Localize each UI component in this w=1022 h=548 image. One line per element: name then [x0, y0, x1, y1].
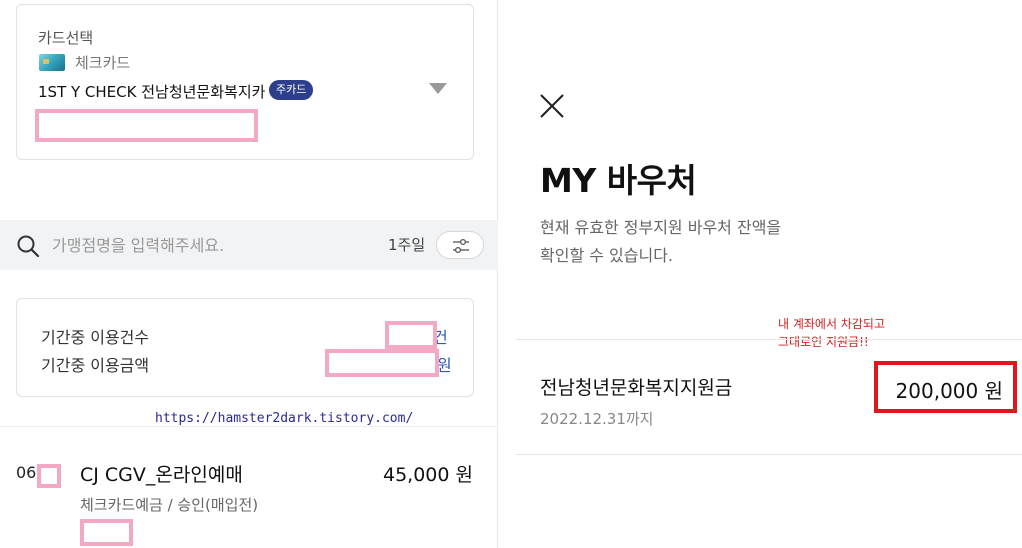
redacted-transaction-info [80, 519, 133, 546]
voucher-name: 전남청년문화복지지원금 [540, 377, 733, 399]
annotation-line1: 내 계좌에서 차감되고 [778, 317, 885, 331]
page-description-line2: 확인할 수 있습니다. [540, 246, 674, 265]
usage-count-label: 기간중 이용건수 [41, 328, 150, 347]
period-summary: 기간중 이용건수 건 기간중 이용금액 원 [16, 298, 474, 397]
transaction-amount: 45,000 원 [382, 464, 473, 486]
divider [516, 339, 1022, 340]
main-card-badge: 주카드 [269, 80, 314, 100]
divider [516, 454, 1022, 455]
filter-button[interactable] [436, 231, 484, 259]
card-type: 체크카드 [75, 54, 131, 72]
blog-watermark: https://hamster2dark.tistory.com/ [155, 411, 414, 426]
redacted-usage-amount [325, 349, 439, 377]
card-thumbnail [39, 54, 65, 71]
page-title: MY 바우처 [540, 161, 697, 200]
redacted-card-number [35, 109, 258, 142]
card-name: 1ST Y CHECK 전남청년문화복지카 [38, 83, 266, 101]
app-root: 카드선택 체크카드 1ST Y CHECK 전남청년문화복지카 주카드 1주일 [0, 0, 1022, 548]
divider [0, 426, 498, 427]
voucher-amount: 200,000 원 [895, 379, 1003, 403]
page-description-line1: 현재 유효한 정부지원 바우처 잔액을 [540, 218, 782, 237]
filter-icon [453, 238, 469, 254]
chevron-down-icon[interactable] [429, 83, 447, 94]
redacted-usage-count [385, 321, 437, 349]
merchant-search-input[interactable] [52, 231, 352, 259]
transaction-detail: 체크카드예금 / 승인(매입전) [80, 496, 259, 514]
transaction-merchant: CJ CGV_온라인예매 [80, 464, 243, 486]
card-select-label: 카드선택 [38, 29, 94, 47]
usage-amount-label: 기간중 이용금액 [41, 356, 150, 375]
voucher-pane: MY 바우처 현재 유효한 정부지원 바우처 잔액을 확인할 수 있습니다. 내… [516, 0, 1022, 548]
annotation-line2: 그대로인 지원금!! [778, 335, 869, 349]
redacted-date [37, 464, 61, 488]
voucher-expiry: 2022.12.31까지 [540, 410, 654, 428]
card-selector[interactable]: 카드선택 체크카드 1ST Y CHECK 전남청년문화복지카 주카드 [16, 4, 474, 160]
highlight-box: 200,000 원 [874, 361, 1017, 413]
search-bar: 1주일 [0, 220, 498, 270]
close-icon[interactable] [538, 92, 566, 120]
period-selector[interactable]: 1주일 [388, 234, 425, 255]
card-usage-pane: 카드선택 체크카드 1ST Y CHECK 전남청년문화복지카 주카드 1주일 [0, 0, 498, 548]
search-icon[interactable] [16, 234, 40, 258]
usage-amount-unit[interactable]: 원 [437, 352, 452, 376]
